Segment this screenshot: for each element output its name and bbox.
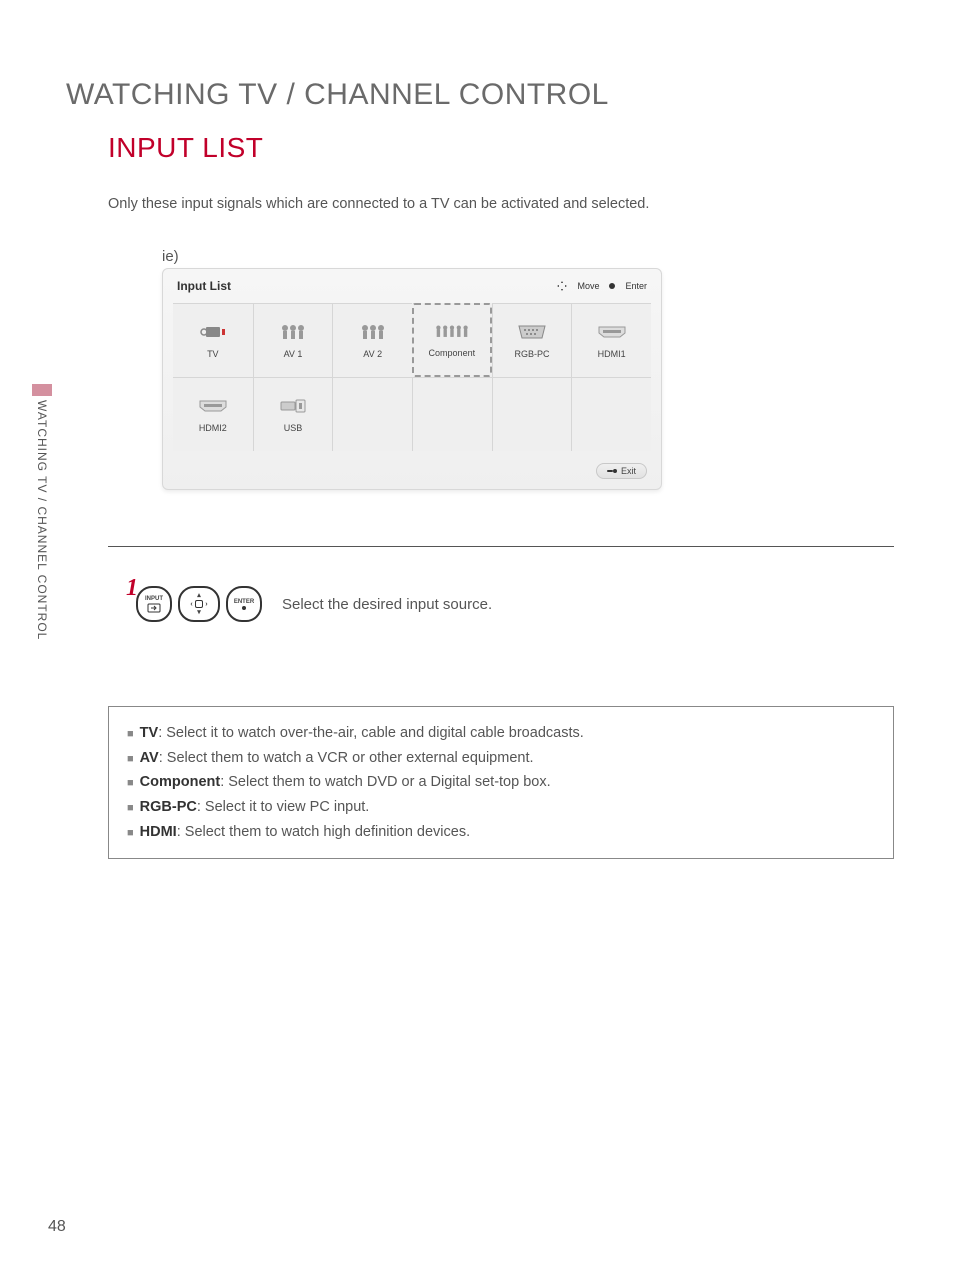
bullet-icon: ■ [127, 774, 134, 793]
intro-text: Only these input signals which are conne… [108, 196, 649, 212]
input-descriptions-box: ■ TV: Select it to watch over-the-air, ca… [108, 706, 894, 859]
desc-term: AV [140, 750, 159, 766]
remote-input-button[interactable]: INPUT [136, 586, 172, 622]
exit-icon [607, 468, 617, 474]
osd-hints: Move Enter [557, 281, 647, 291]
remote-enter-label: ENTER [234, 599, 254, 605]
av-icon [356, 323, 390, 341]
osd-cell-label: USB [284, 423, 303, 433]
osd-empty-cell [332, 377, 412, 451]
osd-cell-label: AV 2 [363, 349, 382, 359]
desc-text: : Select them to watch a VCR or other ex… [159, 750, 534, 766]
remote-input-label: INPUT [145, 596, 163, 602]
description-row: ■ RGB-PC: Select it to view PC input. [127, 795, 875, 820]
enter-dot-icon [609, 283, 615, 289]
osd-input-hdmi2[interactable]: HDMI2 [173, 377, 253, 451]
input-source-icon [147, 603, 161, 613]
osd-input-component[interactable]: Component [412, 303, 492, 377]
bullet-icon: ■ [127, 750, 134, 769]
osd-input-tv[interactable]: TV [173, 303, 253, 377]
osd-input-hdmi1[interactable]: HDMI1 [571, 303, 651, 377]
osd-exit-button[interactable]: Exit [596, 463, 647, 479]
step-number: 1 [126, 575, 138, 602]
osd-cell-label: TV [207, 349, 219, 359]
osd-input-av1[interactable]: AV 1 [253, 303, 333, 377]
hint-enter: Enter [625, 281, 647, 291]
osd-input-list-panel: Input List Move Enter TV AV 1 AV 2 Componen… [162, 268, 662, 490]
osd-empty-cell [412, 377, 492, 451]
component-icon [435, 322, 469, 340]
osd-cell-label: HDMI2 [199, 423, 227, 433]
bullet-icon: ■ [127, 824, 134, 843]
page-number: 48 [48, 1218, 66, 1236]
osd-title: Input List [177, 279, 231, 293]
description-row: ■ AV: Select them to watch a VCR or other… [127, 746, 875, 771]
hdmi-icon [595, 323, 629, 341]
page-title: WATCHING TV / CHANNEL CONTROL [66, 78, 609, 112]
divider [108, 546, 894, 547]
av-icon [276, 323, 310, 341]
vga-icon [515, 323, 549, 341]
tv-icon [196, 323, 230, 341]
osd-exit-label: Exit [621, 466, 636, 476]
sidebar-label: WATCHING TV / CHANNEL CONTROL [33, 394, 49, 640]
osd-input-av2[interactable]: AV 2 [332, 303, 412, 377]
section-title: INPUT LIST [108, 132, 263, 164]
bullet-icon: ■ [127, 725, 134, 744]
osd-input-rgb-pc[interactable]: RGB-PC [492, 303, 572, 377]
enter-dot-icon [242, 606, 246, 610]
remote-dpad-button[interactable]: ▴ ‹ › ▾ [178, 586, 220, 622]
desc-text: : Select it to watch over-the-air, cable… [158, 725, 584, 741]
sidebar-tab: WATCHING TV / CHANNEL CONTROL [33, 394, 53, 714]
example-prefix: ie) [162, 248, 179, 265]
desc-term: Component [140, 774, 221, 790]
desc-text: : Select them to watch high definition d… [177, 824, 470, 840]
osd-cell-label: HDMI1 [598, 349, 626, 359]
step-instruction: Select the desired input source. [282, 596, 492, 613]
osd-header: Input List Move Enter [163, 269, 661, 297]
osd-cell-label: AV 1 [284, 349, 303, 359]
desc-term: HDMI [140, 824, 177, 840]
remote-enter-button[interactable]: ENTER [226, 586, 262, 622]
move-icon [557, 281, 567, 291]
description-row: ■ Component: Select them to watch DVD or … [127, 770, 875, 795]
hdmi-icon [196, 397, 230, 415]
desc-term: TV [140, 725, 159, 741]
osd-input-usb[interactable]: USB [253, 377, 333, 451]
osd-cell-label: RGB-PC [514, 349, 549, 359]
osd-empty-cell [492, 377, 572, 451]
description-row: ■ HDMI: Select them to watch high definit… [127, 820, 875, 845]
usb-icon [276, 397, 310, 415]
osd-empty-cell [571, 377, 651, 451]
sidebar-accent [32, 384, 52, 396]
description-row: ■ TV: Select it to watch over-the-air, ca… [127, 721, 875, 746]
desc-text: : Select it to view PC input. [197, 799, 369, 815]
step-row: 1 INPUT ▴ ‹ › ▾ ENTER Select the desired… [122, 586, 492, 622]
osd-input-grid: TV AV 1 AV 2 Component RGB-PC HDMI1 HDMI2 USB [173, 303, 651, 451]
osd-cell-label: Component [429, 348, 476, 358]
desc-term: RGB-PC [140, 799, 197, 815]
desc-text: : Select them to watch DVD or a Digital … [220, 774, 550, 790]
osd-footer: Exit [163, 457, 661, 489]
hint-move: Move [577, 281, 599, 291]
bullet-icon: ■ [127, 799, 134, 818]
